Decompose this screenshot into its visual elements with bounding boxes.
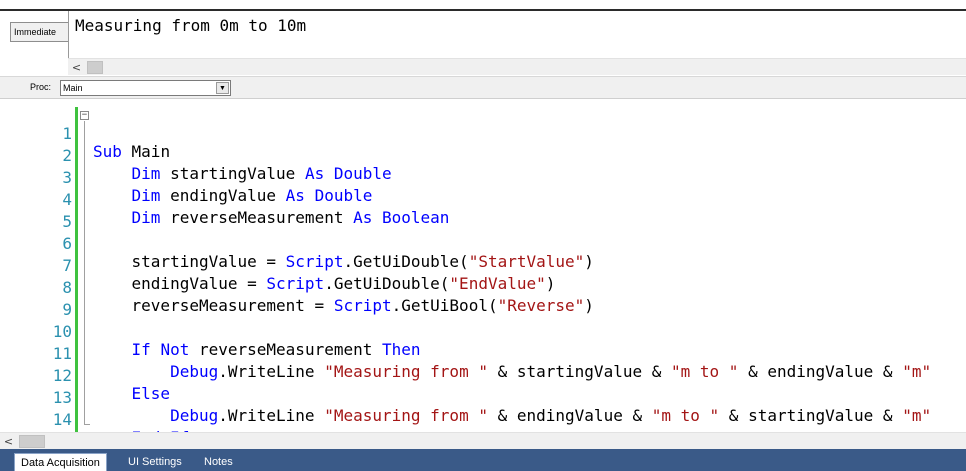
code-line: 8 reverseMeasurement = Script.GetUiBool(… bbox=[0, 259, 966, 315]
procedure-bar: Proc: Main ▼ bbox=[0, 76, 966, 98]
tab-label: UI Settings bbox=[128, 456, 182, 468]
code-line: 3 Dim endingValue As Double bbox=[0, 149, 966, 205]
fold-guide-line bbox=[84, 121, 85, 424]
code-line: 12 Else bbox=[0, 347, 966, 403]
scroll-thumb[interactable] bbox=[87, 61, 103, 74]
tab-label: Data Acquisition bbox=[21, 457, 100, 469]
code-line: 7 endingValue = Script.GetUiDouble("EndV… bbox=[0, 237, 966, 293]
tab-label: Notes bbox=[204, 456, 233, 468]
code-line: 6 startingValue = Script.GetUiDouble("St… bbox=[0, 215, 966, 271]
code-line: 1 Sub Main bbox=[0, 105, 966, 161]
proc-label: Proc: bbox=[30, 82, 52, 92]
fold-guide-end bbox=[84, 424, 90, 425]
immediate-tab[interactable]: Immediate bbox=[10, 22, 68, 42]
tab-ui-settings[interactable]: UI Settings bbox=[122, 453, 188, 471]
tab-notes[interactable]: Notes bbox=[198, 453, 239, 471]
tab-data-acquisition[interactable]: Data Acquisition bbox=[14, 453, 107, 471]
code-line: 2 Dim startingValue As Double bbox=[0, 127, 966, 183]
code-line: 10 If Not reverseMeasurement Then bbox=[0, 303, 966, 359]
scroll-thumb[interactable] bbox=[19, 435, 45, 448]
code-line: 13 Debug.WriteLine "Measuring from " & e… bbox=[0, 369, 966, 425]
scroll-left-arrow-icon[interactable]: < bbox=[0, 433, 17, 450]
code-line: 14 End If bbox=[0, 391, 966, 447]
editor-horizontal-scrollbar[interactable]: < bbox=[0, 432, 966, 449]
immediate-tab-label: Immediate bbox=[14, 27, 57, 37]
immediate-output-text: Measuring from 0m to 10m bbox=[75, 16, 307, 35]
proc-selected-value: Main bbox=[63, 83, 83, 93]
chevron-down-icon[interactable]: ▼ bbox=[216, 82, 229, 94]
immediate-horizontal-scrollbar[interactable]: < bbox=[68, 58, 966, 75]
code-line: 9 bbox=[0, 281, 966, 319]
bottom-tab-bar: Data Acquisition UI Settings Notes bbox=[0, 449, 966, 471]
code-line: 11 Debug.WriteLine "Measuring from " & s… bbox=[0, 325, 966, 381]
code-line: 4 Dim reverseMeasurement As Boolean bbox=[0, 171, 966, 227]
code-editor[interactable]: − 1 Sub Main 2 Dim startingValue As Doub… bbox=[0, 98, 966, 469]
proc-select[interactable]: Main ▼ bbox=[60, 80, 231, 96]
code-line: 5 bbox=[0, 193, 966, 231]
scroll-left-arrow-icon[interactable]: < bbox=[68, 59, 85, 76]
